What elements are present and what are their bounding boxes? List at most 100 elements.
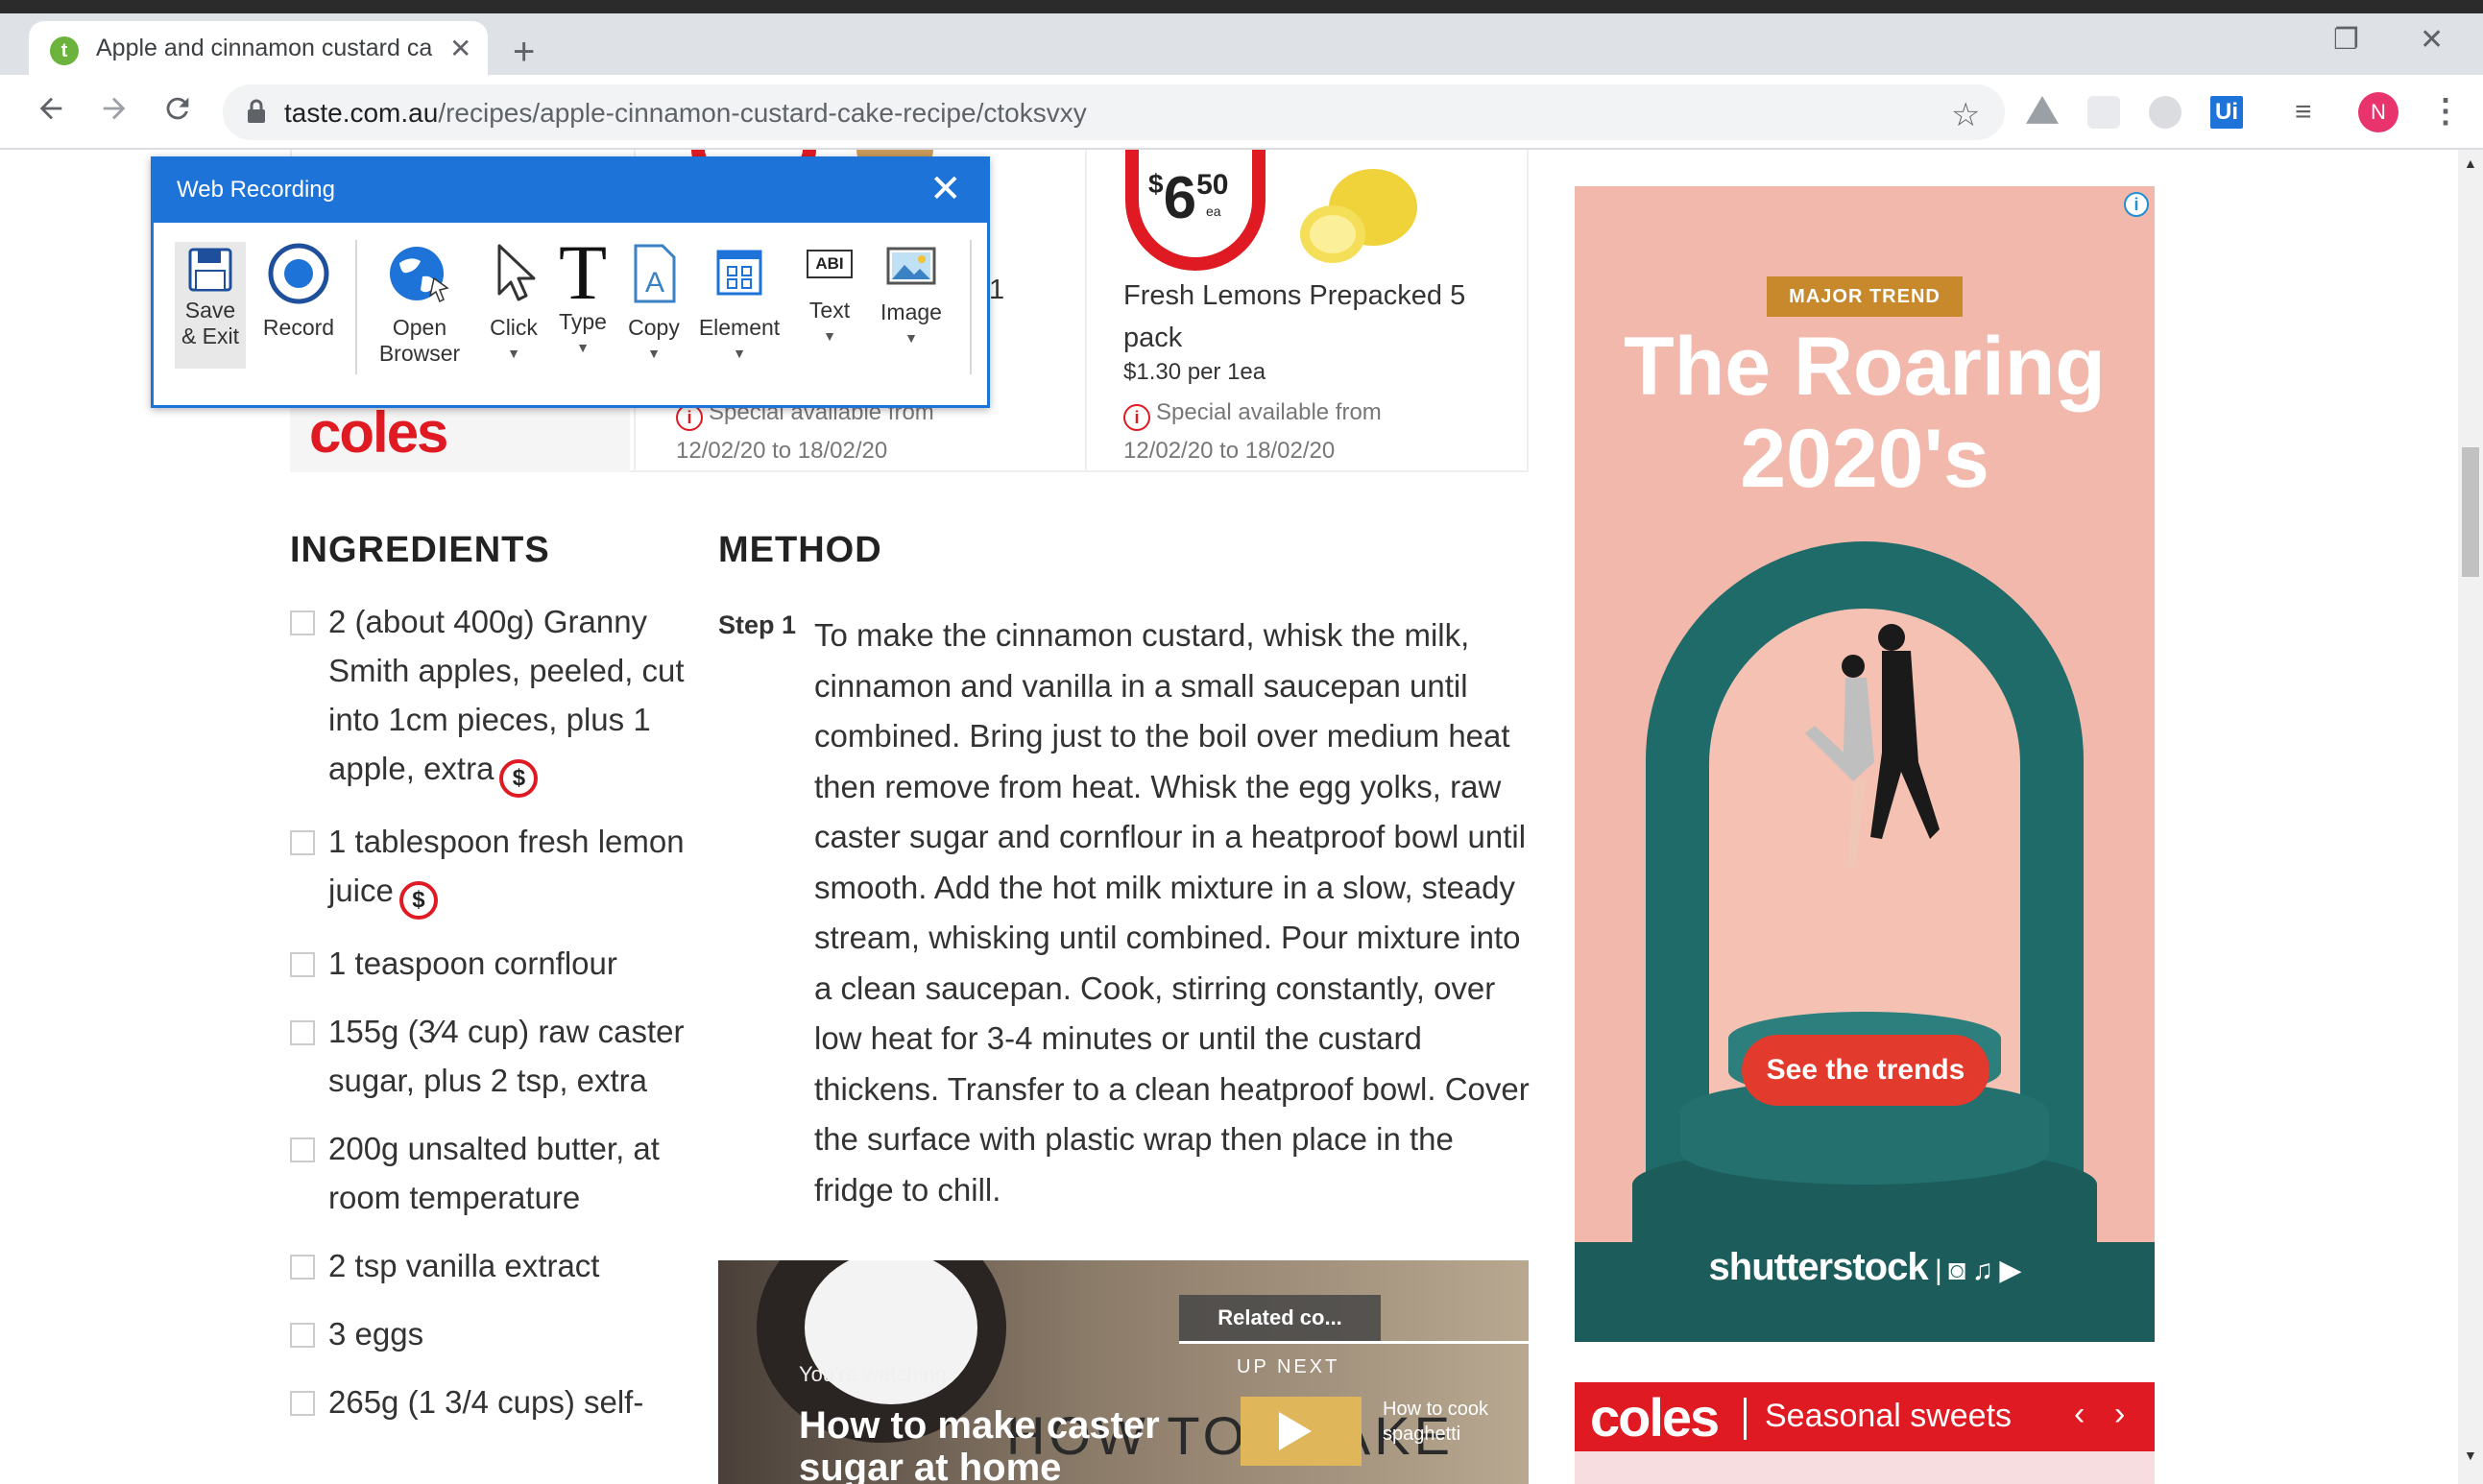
ad-badge: MAJOR TREND: [1767, 276, 1963, 317]
ingredient-checkbox[interactable]: [290, 830, 315, 855]
copy-dropdown-icon[interactable]: ▼: [618, 341, 689, 367]
open-browser-label: Open Browser: [378, 315, 461, 366]
ingredient-item[interactable]: 2 tsp vanilla extract: [290, 1241, 693, 1290]
lock-icon[interactable]: [246, 98, 267, 125]
ad-info-icon[interactable]: i: [2124, 192, 2149, 217]
play-icon[interactable]: [1279, 1412, 1312, 1450]
drive-extension-icon[interactable]: [2026, 96, 2059, 124]
active-tab[interactable]: t Apple and cinnamon custard cak ✕: [29, 21, 488, 77]
shutterstock-ad[interactable]: i MAJOR TREND The Roaring 2020's See the…: [1575, 186, 2155, 1342]
copy-button[interactable]: A Copy ▼: [618, 236, 689, 367]
tab-strip: t Apple and cinnamon custard cak ✕ + ❐ ✕: [0, 13, 2483, 77]
menu-dots-icon[interactable]: ⋮: [2429, 92, 2462, 131]
type-t-icon: T: [558, 228, 608, 316]
ingredient-item[interactable]: 265g (1 3/4 cups) self-: [290, 1377, 693, 1426]
info-icon: i: [1123, 404, 1150, 431]
toolbar-separator: [970, 240, 972, 374]
profile-avatar[interactable]: N: [2358, 92, 2399, 132]
video-player[interactable]: HOW TO: MAKE You're watching How to make…: [718, 1260, 1529, 1484]
prev-arrow-icon[interactable]: ‹: [2074, 1396, 2085, 1433]
type-button[interactable]: T Type ▼: [549, 228, 616, 361]
forward-arrow-icon[interactable]: [98, 92, 131, 125]
ingredient-checkbox[interactable]: [290, 1020, 315, 1045]
scroll-down-icon[interactable]: ▼: [2464, 1448, 2477, 1463]
text-label: Text: [808, 298, 851, 323]
ingredient-item[interactable]: 155g (3⁄4 cup) raw caster sugar, plus 2 …: [290, 1007, 693, 1105]
ingredient-item[interactable]: 1 teaspoon cornflour: [290, 939, 693, 988]
uipath-extension-icon[interactable]: Ui: [2210, 96, 2243, 129]
image-dropdown-icon[interactable]: ▼: [870, 325, 952, 351]
image-label: Image: [880, 299, 942, 324]
ingredient-checkbox[interactable]: [290, 1255, 315, 1280]
next-video-title[interactable]: How to cook spaghetti: [1383, 1397, 1517, 1447]
step-text: To make the cinnamon custard, whisk the …: [814, 617, 1530, 1208]
next-arrow-icon[interactable]: ›: [2114, 1396, 2125, 1433]
copy-document-icon: A: [634, 244, 676, 303]
ingredients-list: 2 (about 400g) Granny Smith apples, peel…: [290, 597, 693, 1446]
page-scrollbar[interactable]: ▲ ▼: [2458, 150, 2483, 1484]
new-tab-button[interactable]: +: [513, 31, 535, 74]
save-exit-button[interactable]: Save & Exit: [175, 236, 246, 349]
ingredient-checkbox[interactable]: [290, 1323, 315, 1348]
web-recording-title: Web Recording: [177, 177, 335, 203]
type-dropdown-icon[interactable]: ▼: [549, 335, 616, 361]
restore-window-icon[interactable]: ❐: [2333, 23, 2359, 57]
tab-close-icon[interactable]: ✕: [449, 33, 471, 64]
bookmark-star-icon[interactable]: ☆: [1951, 96, 1980, 134]
url-text[interactable]: taste.com.au/recipes/apple-cinnamon-cust…: [284, 98, 1087, 129]
product-name-fragment: 1: [989, 275, 1005, 305]
element-label: Element: [698, 315, 781, 340]
ingredient-checkbox[interactable]: [290, 1391, 315, 1416]
ingredient-item[interactable]: 1 tablespoon fresh lemon juice $: [290, 817, 693, 920]
next-video-thumbnail[interactable]: [1241, 1397, 1362, 1466]
web-recording-panel: Web Recording ✕ Save & Exit Record Open …: [151, 156, 990, 408]
lemons-image[interactable]: [1287, 169, 1421, 275]
ad-title: The Roaring 2020's: [1624, 321, 2106, 505]
element-dropdown-icon[interactable]: ▼: [691, 341, 787, 367]
ingredient-item[interactable]: 200g unsalted butter, at room temperatur…: [290, 1124, 693, 1222]
coles-logo[interactable]: coles: [309, 399, 448, 466]
text-dropdown-icon[interactable]: ▼: [791, 323, 868, 349]
record-button[interactable]: Record: [255, 236, 342, 341]
info-icon: i: [676, 404, 703, 431]
back-arrow-icon[interactable]: [35, 92, 67, 125]
cursor-arrow-icon: [497, 244, 536, 301]
close-window-icon[interactable]: ✕: [2420, 23, 2444, 57]
product-name[interactable]: Fresh Lemons Prepacked 5 pack: [1123, 275, 1469, 359]
click-label: Click: [490, 315, 538, 340]
ingredient-checkbox[interactable]: [290, 952, 315, 977]
image-button[interactable]: Image ▼: [870, 236, 952, 351]
ingredient-item[interactable]: 3 eggs: [290, 1309, 693, 1358]
ad-brand: shutterstock | ◙ ♫ ▶: [1575, 1246, 2155, 1289]
extension-grid-icon[interactable]: [2087, 96, 2120, 129]
media-queue-icon[interactable]: ≡: [2295, 96, 2312, 129]
record-icon: [268, 243, 329, 304]
browser-toolbar: taste.com.au/recipes/apple-cinnamon-cust…: [0, 75, 2483, 150]
scrollbar-thumb[interactable]: [2462, 447, 2479, 577]
close-panel-icon[interactable]: ✕: [929, 167, 962, 211]
scroll-up-icon[interactable]: ▲: [2464, 156, 2477, 171]
media-type-icons: | ◙ ♫ ▶: [1927, 1255, 2021, 1286]
ingredient-checkbox[interactable]: [290, 610, 315, 635]
price-dollar-icon[interactable]: $: [499, 759, 539, 798]
taste-favicon-icon: t: [50, 36, 79, 65]
ingredient-item[interactable]: 2 (about 400g) Granny Smith apples, peel…: [290, 597, 693, 798]
open-browser-button[interactable]: Open Browser: [367, 236, 472, 367]
element-grid-icon: [716, 250, 762, 296]
text-button[interactable]: ABI Text ▼: [791, 236, 868, 349]
see-trends-button[interactable]: See the trends: [1742, 1035, 1989, 1106]
price-label: $650: [1148, 165, 1229, 231]
ingredient-checkbox[interactable]: [290, 1137, 315, 1162]
click-button[interactable]: Click ▼: [480, 236, 547, 367]
price-dollar-icon[interactable]: $: [398, 881, 438, 920]
seasonal-image-strip: [1575, 1451, 2155, 1484]
click-dropdown-icon[interactable]: ▼: [480, 341, 547, 367]
coles-seasonal-banner[interactable]: coles Seasonal sweets ‹ ›: [1575, 1382, 2155, 1484]
video-title[interactable]: How to make caster sugar at home: [799, 1404, 1231, 1484]
address-bar[interactable]: taste.com.au/recipes/apple-cinnamon-cust…: [223, 84, 2005, 140]
shutterstock-logo: shutterstock: [1708, 1246, 1929, 1288]
related-content-tab[interactable]: Related co...: [1179, 1295, 1381, 1341]
extension-circle-icon[interactable]: [2149, 96, 2182, 129]
element-button[interactable]: Element ▼: [691, 236, 787, 367]
reload-icon[interactable]: [161, 92, 194, 125]
